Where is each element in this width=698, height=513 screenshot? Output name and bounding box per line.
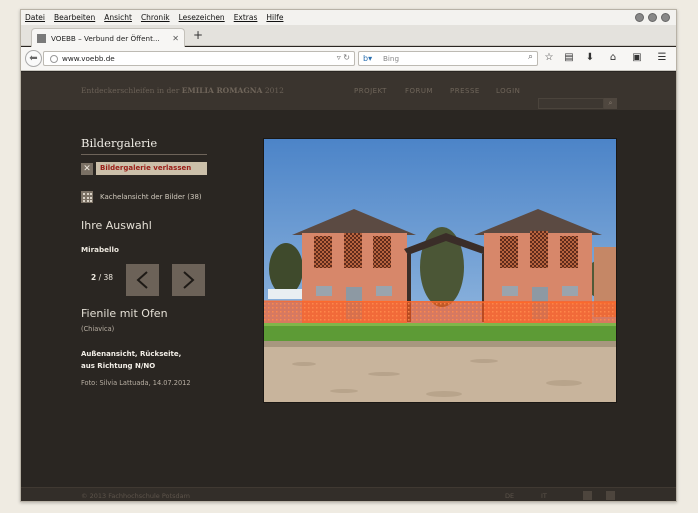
- maximize-button[interactable]: [648, 13, 657, 22]
- footer-credits: © 2013 Fachhochschule Potsdam: [81, 492, 190, 500]
- next-image-button[interactable]: [172, 264, 205, 296]
- leave-gallery-label: Bildergalerie verlassen: [96, 162, 207, 175]
- reload-icon[interactable]: ▿ ↻: [337, 53, 350, 62]
- chevron-right-icon: [183, 271, 195, 289]
- menu-ansicht[interactable]: Ansicht: [104, 13, 132, 22]
- org-link[interactable]: Fachhochschule Potsdam: [108, 492, 190, 500]
- selection-heading: Ihre Auswahl: [81, 219, 152, 232]
- tile-view-link[interactable]: Kachelansicht der Bilder (38): [81, 191, 202, 203]
- menu-bar: Datei Bearbeiten Ansicht Chronik Lesezei…: [21, 10, 676, 25]
- window-controls: [635, 13, 670, 22]
- screenshot-icon[interactable]: ▣: [630, 52, 644, 63]
- menu-hilfe[interactable]: Hilfe: [266, 13, 283, 22]
- nav-forum[interactable]: FORUM: [405, 87, 433, 95]
- search-engine-icon[interactable]: b▾: [363, 54, 379, 63]
- search-bar[interactable]: b▾ Bing ⌕: [358, 51, 538, 66]
- menu-datei[interactable]: Datei: [25, 13, 45, 22]
- divider: [81, 154, 207, 155]
- lang-de[interactable]: DE: [505, 492, 514, 500]
- site-header: Entdeckerschleifen in der EMILIA ROMAGNA…: [21, 72, 676, 110]
- image-subtitle: (Chiavica): [81, 325, 115, 333]
- menu-extras[interactable]: Extras: [234, 13, 258, 22]
- search-icon[interactable]: ⌕: [528, 52, 533, 62]
- image-counter: 2 / 38: [91, 273, 113, 282]
- tab-title: VOEBB – Verbund der Öffent...: [51, 33, 160, 43]
- breadcrumb-region: EMILIA ROMAGNA: [181, 86, 263, 95]
- grid-icon: [81, 191, 93, 203]
- url-bar[interactable]: www.voebb.de ▿ ↻: [43, 51, 355, 66]
- barn-photo-image: [264, 139, 616, 402]
- tab-strip: VOEBB – Verbund der Öffent... ✕ +: [21, 25, 676, 47]
- total-count: / 38: [98, 273, 114, 282]
- globe-icon: [50, 54, 58, 63]
- menu-hamburger-icon[interactable]: ☰: [655, 52, 669, 63]
- previous-image-button[interactable]: [126, 264, 159, 296]
- breadcrumb-year: 2012: [264, 86, 284, 95]
- image-title: Fienile mit Ofen: [81, 307, 168, 320]
- image-description: Außenansicht, Rückseite, aus Richtung N/…: [81, 348, 181, 372]
- leave-gallery-button[interactable]: ✕ Bildergalerie verlassen: [81, 162, 207, 175]
- site-breadcrumb[interactable]: Entdeckerschleifen in der EMILIA ROMAGNA…: [81, 86, 284, 95]
- download-icon[interactable]: ⬇: [583, 52, 597, 63]
- gallery-photo[interactable]: [263, 138, 617, 403]
- bookmarks-list-icon[interactable]: ▤: [562, 52, 576, 63]
- gallery-title: Bildergalerie: [81, 136, 158, 150]
- close-tab-icon[interactable]: ✕: [172, 34, 179, 43]
- menu-bearbeiten[interactable]: Bearbeiten: [54, 13, 95, 22]
- description-line-1: Außenansicht, Rückseite,: [81, 350, 182, 358]
- search-placeholder: Bing: [383, 54, 400, 63]
- browser-tab[interactable]: VOEBB – Verbund der Öffent... ✕: [31, 28, 185, 47]
- site-footer: © 2013 Fachhochschule Potsdam DE IT: [21, 487, 676, 501]
- favicon-icon: [37, 33, 46, 43]
- site-search-button[interactable]: ⌕: [604, 98, 617, 109]
- new-tab-button[interactable]: +: [193, 28, 203, 42]
- copyright: © 2013: [81, 492, 107, 500]
- home-icon[interactable]: ⌂: [606, 52, 620, 63]
- selection-name: Mirabello: [81, 245, 119, 254]
- bookmark-star-icon[interactable]: ☆: [542, 52, 556, 63]
- twitter-icon[interactable]: [606, 491, 615, 500]
- minimize-button[interactable]: [635, 13, 644, 22]
- description-line-2: aus Richtung N/NO: [81, 362, 156, 370]
- back-button[interactable]: ⬅: [25, 50, 42, 67]
- nav-projekt[interactable]: PROJEKT: [354, 87, 387, 95]
- browser-window: Datei Bearbeiten Ansicht Chronik Lesezei…: [20, 9, 677, 502]
- url-text: www.voebb.de: [62, 54, 115, 63]
- close-icon: ✕: [81, 162, 93, 175]
- facebook-icon[interactable]: [583, 491, 592, 500]
- nav-presse[interactable]: PRESSE: [450, 87, 480, 95]
- current-index: 2: [91, 273, 97, 282]
- nav-login[interactable]: LOGIN: [496, 87, 520, 95]
- navigation-toolbar: ⬅ www.voebb.de ▿ ↻ b▾ Bing ⌕ ☆ ▤ ⬇ ⌂ ▣ ☰: [21, 47, 676, 71]
- close-window-button[interactable]: [661, 13, 670, 22]
- breadcrumb-prefix: Entdeckerschleifen in der: [81, 86, 180, 95]
- photo-credit: Foto: Silvia Lattuada, 14.07.2012: [81, 379, 191, 387]
- menu-chronik[interactable]: Chronik: [141, 13, 170, 22]
- tile-view-label: Kachelansicht der Bilder (38): [100, 193, 202, 201]
- menu-lesezeichen[interactable]: Lesezeichen: [179, 13, 225, 22]
- site-search-input[interactable]: [538, 98, 604, 109]
- website: Entdeckerschleifen in der EMILIA ROMAGNA…: [21, 72, 676, 501]
- chevron-left-icon: [136, 271, 148, 289]
- lang-it[interactable]: IT: [541, 492, 547, 500]
